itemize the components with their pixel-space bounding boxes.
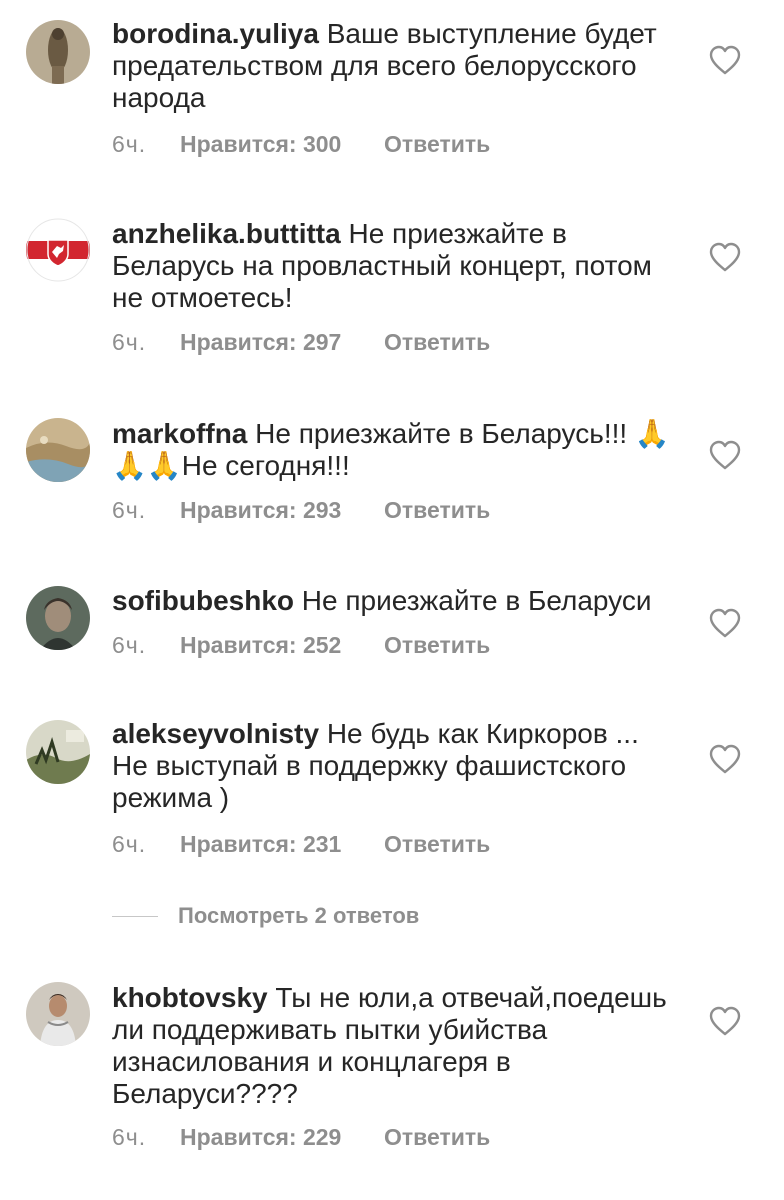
avatar[interactable] (26, 720, 90, 784)
comment-body: anzhelika.buttitta Не приезжайте в Белар… (112, 218, 672, 314)
comment-meta: 6ч. Нравится: 293 Ответить (112, 497, 490, 524)
comment-meta: 6ч. Нравится: 231 Ответить (112, 831, 490, 858)
comment-likes[interactable]: Нравится: 231 (180, 831, 384, 858)
comment-meta: 6ч. Нравится: 300 Ответить (112, 131, 490, 158)
comment-username[interactable]: khobtovsky (112, 982, 268, 1013)
comment-meta: 6ч. Нравится: 297 Ответить (112, 329, 490, 356)
view-replies-button[interactable]: Посмотреть 2 ответов (112, 903, 419, 929)
comment-time: 6ч. (112, 632, 147, 658)
comment-username[interactable]: sofibubeshko (112, 585, 294, 616)
comment-likes[interactable]: Нравится: 229 (180, 1124, 384, 1151)
heart-outline-icon[interactable] (708, 608, 742, 638)
comment-meta: 6ч. Нравится: 252 Ответить (112, 632, 490, 659)
comment-time: 6ч. (112, 831, 147, 857)
replies-divider (112, 915, 158, 917)
avatar[interactable] (26, 20, 90, 84)
comment-username[interactable]: markoffna (112, 418, 247, 449)
comment-text: Не приезжайте в Беларуси (301, 585, 652, 616)
comment-body: sofibubeshko Не приезжайте в Беларуси (112, 585, 672, 617)
reply-button[interactable]: Ответить (384, 1124, 490, 1151)
comment-time: 6ч. (112, 131, 147, 157)
heart-outline-icon[interactable] (708, 1006, 742, 1036)
reply-button[interactable]: Ответить (384, 497, 490, 524)
comment-body: borodina.yuliya Ваше выступление будет п… (112, 18, 672, 114)
comment-time: 6ч. (112, 1124, 147, 1150)
comment-likes[interactable]: Нравится: 252 (180, 632, 384, 659)
avatar[interactable] (26, 218, 90, 282)
comment-time: 6ч. (112, 329, 147, 355)
avatar[interactable] (26, 586, 90, 650)
view-replies-label: Посмотреть 2 ответов (178, 903, 420, 928)
comment-body: markoffna Не приезжайте в Беларусь!!! 🙏🙏… (112, 418, 672, 482)
comment-meta: 6ч. Нравится: 229 Ответить (112, 1124, 490, 1151)
avatar[interactable] (26, 418, 90, 482)
reply-button[interactable]: Ответить (384, 632, 490, 659)
comment-username[interactable]: borodina.yuliya (112, 18, 319, 49)
comment-time: 6ч. (112, 497, 147, 523)
comment-likes[interactable]: Нравится: 297 (180, 329, 384, 356)
heart-outline-icon[interactable] (708, 45, 742, 75)
avatar[interactable] (26, 982, 90, 1046)
comment-body: alekseyvolnisty Не будь как Киркоров ...… (112, 718, 672, 814)
reply-button[interactable]: Ответить (384, 131, 490, 158)
comment-username[interactable]: anzhelika.buttitta (112, 218, 341, 249)
heart-outline-icon[interactable] (708, 744, 742, 774)
reply-button[interactable]: Ответить (384, 831, 490, 858)
heart-outline-icon[interactable] (708, 440, 742, 470)
reply-button[interactable]: Ответить (384, 329, 490, 356)
comment-username[interactable]: alekseyvolnisty (112, 718, 319, 749)
heart-outline-icon[interactable] (708, 242, 742, 272)
comment-likes[interactable]: Нравится: 300 (180, 131, 384, 158)
comment-body: khobtovsky Ты не юли,а отвечай,поедешь л… (112, 982, 672, 1110)
comment-likes[interactable]: Нравится: 293 (180, 497, 384, 524)
